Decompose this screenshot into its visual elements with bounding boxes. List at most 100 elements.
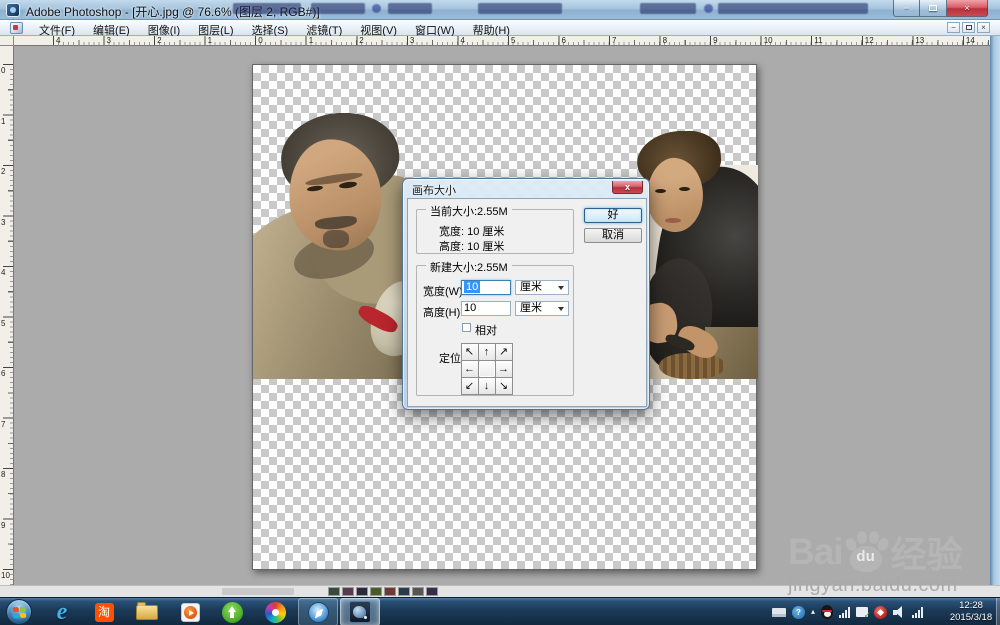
v-ruler-label: 7	[1, 419, 6, 429]
anchor-cell-7[interactable]: ↙	[460, 376, 479, 395]
menu-item-6[interactable]: 滤镜(T)	[297, 21, 351, 37]
taskbar-360-browser[interactable]	[255, 598, 295, 625]
taskbar-taobao[interactable]: 淘	[84, 598, 124, 625]
dialog-content: 当前大小:2.55M 宽度: 10 厘米 高度: 10 厘米 好 取消 新建大小…	[407, 198, 647, 407]
menu-item-8[interactable]: 窗口(W)	[406, 21, 464, 37]
baidu-paw-icon: du	[843, 530, 890, 574]
taskbar-360-safety[interactable]	[212, 598, 252, 625]
check-icon: ✓	[863, 610, 872, 620]
maximize-button[interactable]	[920, 0, 947, 17]
qq-icon[interactable]	[821, 605, 834, 619]
background-window-tab	[640, 3, 696, 14]
network-status-icon[interactable]: ✓	[856, 607, 872, 620]
current-height-text: 高度: 10 厘米	[439, 241, 505, 253]
input-method-keyboard-icon[interactable]	[772, 607, 786, 617]
ps-logo-dot	[364, 616, 367, 619]
menu-item-9[interactable]: 帮助(H)	[464, 21, 519, 37]
help-icon[interactable]: ?	[792, 605, 805, 619]
v-ruler-label: 3	[1, 217, 6, 227]
width-value-selected: 10	[464, 281, 481, 293]
h-ruler-label: 3	[409, 36, 415, 45]
minimize-button[interactable]: −	[893, 0, 920, 17]
h-ruler-label: 10	[763, 36, 773, 45]
signal-strength-icon[interactable]	[912, 606, 924, 618]
vertical-ruler: 0 1 2 3 4 5 6 7 8 9 10	[0, 46, 14, 585]
v-ruler-label: 0	[1, 66, 6, 75]
h-ruler-label: 7	[612, 36, 617, 45]
photoshop-app-icon	[6, 3, 20, 17]
h-ruler-label: 13	[915, 36, 925, 45]
volume-icon[interactable]	[893, 606, 906, 618]
show-hidden-icons[interactable]: ▴	[811, 607, 815, 617]
show-desktop-button[interactable]	[996, 598, 1000, 625]
dialog-titlebar[interactable]: 画布大小 x	[403, 179, 649, 198]
anchor-cell-9[interactable]: ↘	[494, 376, 513, 395]
ok-button[interactable]: 好	[584, 208, 642, 223]
signal-bar	[912, 614, 915, 618]
thumbnail	[342, 587, 354, 596]
speaker-cone	[895, 606, 903, 618]
menu-item-7[interactable]: 视图(V)	[351, 21, 406, 37]
start-button[interactable]	[6, 599, 32, 625]
background-tab-favicon	[704, 4, 713, 13]
doc-restore-icon	[965, 25, 972, 30]
right-photo-basket-shape	[659, 353, 725, 379]
document-window-controls: − ×	[947, 22, 990, 33]
taskbar-photoshop[interactable]	[340, 598, 380, 625]
menu-item-3[interactable]: 图像(I)	[139, 21, 189, 37]
v-ruler-label: 10	[1, 571, 10, 580]
height-label: 高度(H):	[423, 307, 464, 319]
desktop: Adobe Photoshop - [开心.jpg @ 76.6% (图层 2,…	[0, 0, 1000, 625]
menu-item-5[interactable]: 选择(S)	[243, 21, 298, 37]
signal-bar	[839, 614, 842, 618]
cancel-button[interactable]: 取消	[584, 228, 642, 243]
anchor-cell-1[interactable]: ↖	[460, 342, 479, 361]
signal-strength-icon[interactable]	[839, 606, 851, 618]
h-ruler-label: 12	[864, 36, 874, 45]
media-player-icon	[180, 602, 200, 622]
photoshop-taskbar-icon	[349, 601, 371, 623]
menu-item-2[interactable]: 编辑(E)	[84, 21, 139, 37]
menu-item-1[interactable]: 文件(F)	[30, 21, 84, 37]
width-input[interactable]: 10	[461, 280, 511, 295]
anchor-cell-4[interactable]: ←	[460, 359, 479, 378]
signal-bar	[921, 606, 924, 618]
doc-restore-button[interactable]	[962, 22, 975, 33]
close-button[interactable]: ×	[947, 0, 988, 17]
width-unit-dropdown[interactable]: 厘米	[515, 280, 569, 295]
height-unit-dropdown[interactable]: 厘米	[515, 301, 569, 316]
taskbar-compass-browser[interactable]	[298, 598, 338, 625]
anchor-cell-6[interactable]: →	[494, 359, 513, 378]
security-tray-icon[interactable]	[874, 605, 888, 619]
anchor-cell-2[interactable]: ↑	[477, 342, 496, 361]
system-tray: ? ▴ ✓	[772, 598, 924, 625]
h-ruler-label: 1	[207, 36, 213, 45]
pinwheel-center	[271, 608, 279, 616]
watermark-url: jingyan.baidu.com	[788, 574, 958, 596]
doc-minimize-button[interactable]: −	[947, 22, 960, 33]
signal-bar	[845, 609, 848, 618]
anchor-cell-5[interactable]	[477, 359, 496, 378]
chevron-down-icon	[558, 286, 564, 290]
menu-item-4[interactable]: 图层(L)	[189, 21, 242, 37]
width-unit-value: 厘米	[520, 281, 542, 293]
relative-checkbox[interactable]	[462, 323, 471, 332]
thumbnail	[356, 587, 368, 596]
doc-close-button[interactable]: ×	[977, 22, 990, 33]
height-value: 10	[464, 302, 477, 314]
compass-icon	[307, 601, 329, 623]
relative-label: 相对	[475, 325, 497, 337]
window-right-border	[990, 36, 1000, 585]
taskbar-media-player[interactable]	[170, 598, 210, 625]
current-size-group: 当前大小:2.55M 宽度: 10 厘米 高度: 10 厘米	[416, 203, 574, 254]
dialog-close-button[interactable]: x	[612, 181, 643, 194]
taskbar-internet-explorer[interactable]: e	[42, 598, 82, 625]
anchor-cell-3[interactable]: ↗	[494, 342, 513, 361]
document-icon-glyph	[13, 25, 18, 30]
height-input[interactable]: 10	[461, 301, 511, 316]
anchor-cell-8[interactable]: ↓	[477, 376, 496, 395]
arrow-stem	[230, 611, 234, 618]
taskbar-clock[interactable]: 12:28 2015/3/18	[946, 600, 996, 624]
window-titlebar[interactable]: Adobe Photoshop - [开心.jpg @ 76.6% (图层 2,…	[0, 0, 1000, 20]
taskbar-file-explorer[interactable]	[127, 598, 167, 625]
